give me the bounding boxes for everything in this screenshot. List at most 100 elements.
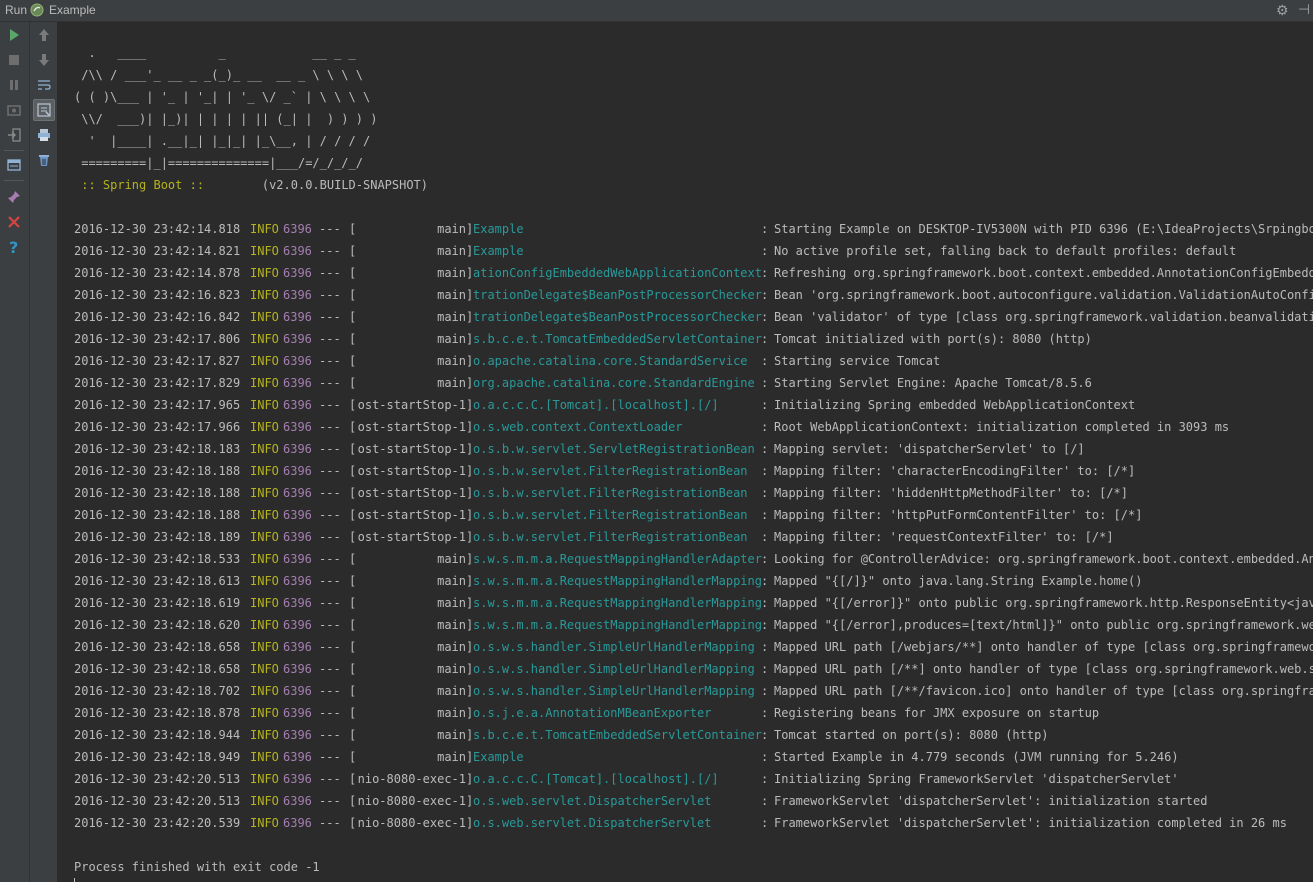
log-level: INFO bbox=[250, 530, 279, 544]
log-colon: : bbox=[761, 662, 769, 676]
log-timestamp: 2016-12-30 23:42:18.619 bbox=[74, 596, 241, 610]
log-pid: 6396 bbox=[283, 772, 312, 786]
log-pid: 6396 bbox=[283, 684, 312, 698]
log-message: Bean 'validator' of type [class org.spri… bbox=[774, 310, 1313, 324]
down-icon[interactable] bbox=[33, 49, 55, 71]
log-logger[interactable]: o.s.web.context.ContextLoader bbox=[473, 416, 683, 438]
log-thread: main bbox=[437, 332, 466, 346]
log-pid: 6396 bbox=[283, 574, 312, 588]
log-separator: --- bbox=[319, 662, 341, 676]
minimize-icon[interactable]: ⊣ bbox=[1298, 1, 1310, 18]
log-logger[interactable]: o.s.b.w.servlet.FilterRegistrationBean bbox=[473, 526, 748, 548]
log-colon: : bbox=[761, 222, 769, 236]
log-logger[interactable]: o.s.w.s.handler.SimpleUrlHandlerMapping bbox=[473, 680, 755, 702]
log-logger[interactable]: o.s.w.s.handler.SimpleUrlHandlerMapping bbox=[473, 658, 755, 680]
log-thread-bracket-open: [ bbox=[349, 376, 357, 390]
log-message: Mapping servlet: 'dispatcherServlet' to … bbox=[774, 442, 1085, 456]
log-pid: 6396 bbox=[283, 288, 312, 302]
gear-icon[interactable]: ⚙ bbox=[1276, 2, 1289, 19]
log-thread-bracket-close: ] bbox=[466, 596, 474, 610]
console-output[interactable]: . ____ _ __ _ _ /\\ / ___'_ __ _ _(_)_ _… bbox=[58, 22, 1313, 882]
log-separator: --- bbox=[319, 442, 341, 456]
log-logger[interactable]: org.apache.catalina.core.StandardEngine bbox=[473, 372, 755, 394]
log-thread-bracket-open: [ bbox=[349, 310, 357, 324]
log-message: Registering beans for JMX exposure on st… bbox=[774, 706, 1100, 720]
log-message: Root WebApplicationContext: initializati… bbox=[774, 420, 1230, 434]
log-logger[interactable]: s.w.s.m.m.a.RequestMappingHandlerMapping bbox=[473, 570, 762, 592]
soft-wrap-icon[interactable] bbox=[33, 74, 55, 96]
log-logger[interactable]: o.apache.catalina.core.StandardService bbox=[473, 350, 748, 372]
log-logger[interactable]: o.s.w.s.handler.SimpleUrlHandlerMapping bbox=[473, 636, 755, 658]
log-thread-bracket-close: ] bbox=[466, 486, 474, 500]
run-tab-label[interactable]: Run bbox=[5, 3, 27, 17]
dump-threads-icon[interactable] bbox=[3, 99, 25, 121]
log-timestamp: 2016-12-30 23:42:17.965 bbox=[74, 398, 241, 412]
log-thread-bracket-open: [ bbox=[349, 288, 357, 302]
log-thread-bracket-close: ] bbox=[466, 508, 474, 522]
log-logger[interactable]: o.s.web.servlet.DispatcherServlet bbox=[473, 790, 711, 812]
pin-icon[interactable] bbox=[3, 186, 25, 208]
log-thread: main bbox=[437, 222, 466, 236]
log-colon: : bbox=[761, 750, 769, 764]
log-logger[interactable]: trationDelegate$BeanPostProcessorChecker bbox=[473, 284, 762, 306]
stop-icon[interactable] bbox=[3, 49, 25, 71]
log-logger[interactable]: s.w.s.m.m.a.RequestMappingHandlerMapping bbox=[473, 614, 762, 636]
rerun-icon[interactable] bbox=[3, 24, 25, 46]
log-logger[interactable]: Example bbox=[473, 218, 524, 240]
log-logger[interactable]: o.s.b.w.servlet.FilterRegistrationBean bbox=[473, 482, 748, 504]
help-icon[interactable]: ? bbox=[3, 236, 25, 258]
log-thread: main bbox=[437, 266, 466, 280]
restore-layout-icon[interactable] bbox=[3, 154, 25, 176]
log-thread-bracket-close: ] bbox=[466, 420, 474, 434]
log-timestamp: 2016-12-30 23:42:18.189 bbox=[74, 530, 241, 544]
clear-all-icon[interactable] bbox=[33, 149, 55, 171]
log-colon: : bbox=[761, 706, 769, 720]
log-logger[interactable]: o.s.b.w.servlet.ServletRegistrationBean bbox=[473, 438, 755, 460]
scroll-to-end-icon[interactable] bbox=[33, 99, 55, 121]
log-logger[interactable]: o.a.c.c.C.[Tomcat].[localhost].[/] bbox=[473, 768, 719, 790]
log-separator: --- bbox=[319, 574, 341, 588]
pause-icon[interactable] bbox=[3, 74, 25, 96]
log-colon: : bbox=[761, 486, 769, 500]
log-message: Starting Example on DESKTOP-IV5300N with… bbox=[774, 222, 1313, 236]
log-pid: 6396 bbox=[283, 222, 312, 236]
log-timestamp: 2016-12-30 23:42:17.827 bbox=[74, 354, 241, 368]
run-configuration-name[interactable]: Example bbox=[49, 3, 96, 17]
log-thread-bracket-close: ] bbox=[466, 684, 474, 698]
log-logger[interactable]: trationDelegate$BeanPostProcessorChecker bbox=[473, 306, 762, 328]
up-icon[interactable] bbox=[33, 24, 55, 46]
log-logger[interactable]: Example bbox=[473, 746, 524, 768]
log-logger[interactable]: Example bbox=[473, 240, 524, 262]
log-thread: ost-startStop-1 bbox=[357, 508, 466, 522]
log-message: Bean 'org.springframework.boot.autoconfi… bbox=[774, 288, 1313, 302]
log-thread-bracket-close: ] bbox=[466, 222, 474, 236]
log-timestamp: 2016-12-30 23:42:17.829 bbox=[74, 376, 241, 390]
log-logger[interactable]: o.s.j.e.a.AnnotationMBeanExporter bbox=[473, 702, 711, 724]
log-message: Mapped URL path [/**/favicon.ico] onto h… bbox=[774, 684, 1313, 698]
log-colon: : bbox=[761, 596, 769, 610]
log-thread-bracket-open: [ bbox=[349, 618, 357, 632]
log-logger[interactable]: ationConfigEmbeddedWebApplicationContext bbox=[473, 262, 762, 284]
log-logger[interactable]: s.w.s.m.m.a.RequestMappingHandlerMapping bbox=[473, 592, 762, 614]
banner-line: =========|_|==============|___/=/_/_/_/ bbox=[74, 156, 363, 170]
print-icon[interactable] bbox=[33, 124, 55, 146]
log-thread-bracket-close: ] bbox=[466, 244, 474, 258]
close-icon[interactable] bbox=[3, 211, 25, 233]
log-logger[interactable]: s.w.s.m.m.a.RequestMappingHandlerAdapter bbox=[473, 548, 762, 570]
log-logger[interactable]: o.s.b.w.servlet.FilterRegistrationBean bbox=[473, 460, 748, 482]
log-thread: main bbox=[437, 574, 466, 588]
log-logger[interactable]: o.s.b.w.servlet.FilterRegistrationBean bbox=[473, 504, 748, 526]
log-separator: --- bbox=[319, 816, 341, 830]
log-level: INFO bbox=[250, 662, 279, 676]
exit-icon[interactable] bbox=[3, 124, 25, 146]
log-pid: 6396 bbox=[283, 310, 312, 324]
log-logger[interactable]: s.b.c.e.t.TomcatEmbeddedServletContainer bbox=[473, 328, 762, 350]
log-colon: : bbox=[761, 332, 769, 346]
log-logger[interactable]: o.s.web.servlet.DispatcherServlet bbox=[473, 812, 711, 834]
log-separator: --- bbox=[319, 530, 341, 544]
log-thread-bracket-open: [ bbox=[349, 398, 357, 412]
log-logger[interactable]: s.b.c.e.t.TomcatEmbeddedServletContainer bbox=[473, 724, 762, 746]
log-logger[interactable]: o.a.c.c.C.[Tomcat].[localhost].[/] bbox=[473, 394, 719, 416]
log-timestamp: 2016-12-30 23:42:18.613 bbox=[74, 574, 241, 588]
log-thread: main bbox=[437, 684, 466, 698]
